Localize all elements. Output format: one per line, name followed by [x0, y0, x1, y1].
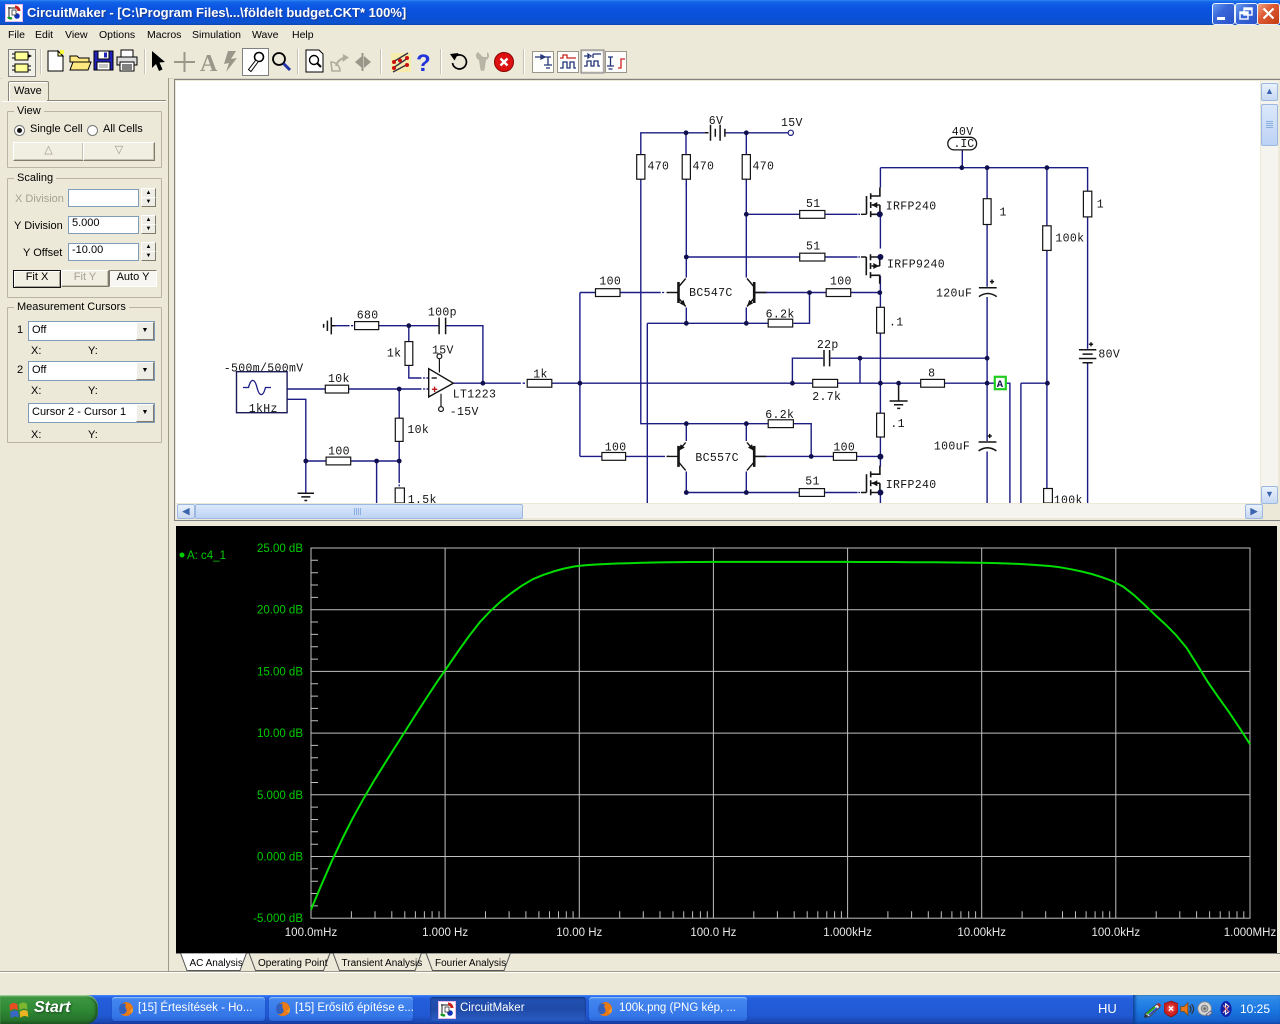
svg-text:A: A — [997, 379, 1004, 391]
svg-text:15V: 15V — [781, 117, 803, 130]
svg-text:100: 100 — [599, 275, 621, 288]
svg-text:IRFP240: IRFP240 — [886, 201, 937, 214]
svg-text:15V: 15V — [432, 345, 454, 358]
svg-text:Transient Analysis: Transient Analysis — [342, 958, 423, 969]
svg-text:100.0mHz: 100.0mHz — [285, 927, 338, 939]
svg-text:10k: 10k — [407, 424, 429, 437]
svg-text:40V: 40V — [952, 126, 974, 139]
svg-text:6.2k: 6.2k — [765, 409, 794, 422]
svg-text:1k: 1k — [387, 348, 402, 361]
svg-text:51: 51 — [805, 476, 820, 489]
svg-text:6.2k: 6.2k — [766, 308, 795, 321]
svg-text:Fourier Analysis: Fourier Analysis — [435, 958, 506, 969]
svg-text:15.00 dB: 15.00 dB — [257, 666, 303, 678]
svg-text:Operating Point: Operating Point — [258, 958, 328, 969]
svg-text:10.00 dB: 10.00 dB — [257, 728, 303, 740]
svg-text:10.00kHz: 10.00kHz — [957, 927, 1006, 939]
svg-text:80V: 80V — [1098, 349, 1120, 362]
svg-text:100: 100 — [605, 442, 627, 455]
svg-text:100p: 100p — [428, 307, 457, 320]
svg-text:22p: 22p — [817, 339, 839, 352]
svg-text:5.000 dB: 5.000 dB — [257, 790, 303, 802]
svg-text:2.7k: 2.7k — [812, 391, 841, 404]
svg-text:1: 1 — [1097, 199, 1104, 212]
svg-text:100uF: 100uF — [934, 440, 970, 453]
svg-text:.IC: .IC — [954, 138, 975, 151]
svg-text:.1: .1 — [889, 316, 904, 329]
svg-text:-500m/500mV: -500m/500mV — [224, 363, 304, 376]
svg-text:20.00 dB: 20.00 dB — [257, 605, 303, 617]
svg-text:A: c4_1: A: c4_1 — [187, 550, 226, 562]
svg-text:IRFP240: IRFP240 — [886, 479, 937, 492]
svg-text:25.00 dB: 25.00 dB — [257, 543, 303, 555]
svg-text:470: 470 — [648, 161, 670, 174]
svg-text:470: 470 — [753, 161, 775, 174]
svg-text:?: ? — [416, 50, 431, 77]
svg-text:1k: 1k — [533, 369, 548, 382]
svg-text:BC547C: BC547C — [689, 287, 733, 300]
svg-text:BC557C: BC557C — [695, 452, 739, 465]
svg-text:10.00 Hz: 10.00 Hz — [556, 927, 602, 939]
svg-text:-5.000 dB: -5.000 dB — [253, 913, 303, 925]
svg-text:51: 51 — [806, 198, 821, 211]
svg-text:1: 1 — [1000, 207, 1007, 220]
svg-text:1.000kHz: 1.000kHz — [823, 927, 872, 939]
svg-text:100k: 100k — [1054, 495, 1083, 503]
svg-text:A: A — [200, 51, 218, 77]
svg-text:100: 100 — [833, 442, 855, 455]
svg-text:100.0 Hz: 100.0 Hz — [690, 927, 736, 939]
svg-text:1.5k: 1.5k — [408, 494, 437, 503]
svg-text:10k: 10k — [328, 373, 350, 386]
svg-text:680: 680 — [357, 309, 379, 322]
svg-text:8: 8 — [928, 367, 935, 380]
svg-text:6V: 6V — [709, 115, 724, 128]
svg-text:100k: 100k — [1055, 232, 1084, 245]
svg-text:120uF: 120uF — [936, 288, 972, 301]
svg-text:AC Analysis: AC Analysis — [190, 958, 243, 969]
svg-text:51: 51 — [806, 241, 821, 254]
svg-text:-15V: -15V — [450, 406, 479, 419]
svg-text:100: 100 — [328, 446, 350, 459]
svg-text:100: 100 — [830, 275, 852, 288]
svg-text:.1: .1 — [890, 418, 905, 431]
svg-text:1.000MHz: 1.000MHz — [1224, 927, 1277, 939]
svg-text:0.000 dB: 0.000 dB — [257, 852, 303, 864]
svg-text:470: 470 — [693, 161, 715, 174]
svg-text:100.0kHz: 100.0kHz — [1092, 927, 1141, 939]
svg-text:IRFP9240: IRFP9240 — [887, 258, 945, 271]
svg-text:1kHz: 1kHz — [249, 403, 278, 416]
svg-text:1.000 Hz: 1.000 Hz — [422, 927, 468, 939]
svg-text:LT1223: LT1223 — [453, 388, 497, 401]
